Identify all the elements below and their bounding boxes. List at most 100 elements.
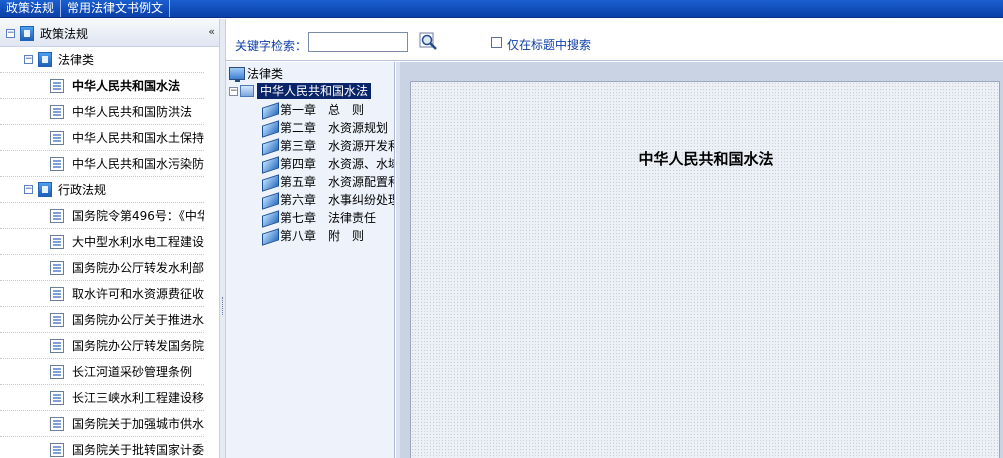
main-area: 关键字检索： 仅在标题中搜索 法律类 − 中华人民共和国水法 第一章 总 则 第… [226, 19, 1003, 458]
title-only-label: 仅在标题中搜索 [507, 38, 592, 52]
document-view: 中华人民共和国水法 [410, 81, 1000, 458]
sidebar-item[interactable]: 长江河道采砂管理条例 [0, 359, 204, 385]
search-button[interactable] [419, 32, 439, 52]
top-menu-bar: 政策法规 常用法律文书例文 [0, 0, 1003, 18]
sidebar-item[interactable]: 长江三峡水利工程建设移 [0, 385, 204, 411]
sidebar-item-label: 中华人民共和国水法 [72, 79, 181, 93]
sidebar-header: − 政策法规 « [0, 19, 219, 47]
document-icon [50, 390, 64, 405]
splitter-grip[interactable] [222, 297, 224, 315]
document-icon [50, 338, 64, 353]
sidebar-item[interactable]: 国务院办公厅转发国务院 [0, 333, 204, 359]
sidebar: − 政策法规 « − 法律类 中华人民共和国水法 中华人民共和国防洪法 中华人民… [0, 19, 219, 458]
sidebar-category-law[interactable]: − 法律类 [0, 47, 204, 73]
document-icon [50, 312, 64, 327]
collapse-icon[interactable]: − [24, 185, 33, 194]
collapse-icon[interactable]: − [24, 55, 33, 64]
chapter-book-icon [262, 103, 278, 116]
chapter-label: 第二章 水资源规划 [280, 120, 389, 135]
double-chevron-left-icon[interactable]: « [208, 25, 215, 38]
sidebar-item[interactable]: 国务院关于批转国家计委 [0, 437, 204, 458]
sidebar-item[interactable]: 国务院办公厅转发水利部 [0, 255, 204, 281]
tree-chapter[interactable]: 第八章 附 则 [262, 226, 364, 244]
chapter-book-icon [262, 175, 278, 188]
tree-chapter[interactable]: 第四章 水资源、水域 [262, 154, 394, 172]
sidebar-item[interactable]: 取水许可和水资源费征收 [0, 281, 204, 307]
document-icon [50, 78, 64, 93]
chapter-book-icon [262, 157, 278, 170]
sidebar-item-label: 国务院办公厅关于推进水 [72, 313, 204, 327]
collapse-icon[interactable]: − [229, 86, 238, 96]
chapter-label: 第三章 水资源开发利 [280, 138, 395, 153]
sidebar-item[interactable]: 国务院办公厅关于推进水 [0, 307, 204, 333]
sidebar-item-water-law[interactable]: 中华人民共和国水法 [0, 73, 204, 99]
sidebar-item-label: 长江河道采砂管理条例 [72, 365, 193, 379]
chapter-label: 第八章 附 则 [280, 228, 365, 243]
sidebar-item-pollution-law[interactable]: 中华人民共和国水污染防 [0, 151, 204, 177]
chapter-book-icon [262, 121, 278, 134]
tree-root[interactable]: 法律类 [229, 64, 283, 82]
chapter-label: 第六章 水事纠纷处理 [280, 192, 395, 207]
sidebar-item-label: 国务院办公厅转发水利部 [72, 261, 204, 275]
tree-selected-node[interactable]: − 中华人民共和国水法 [229, 82, 372, 100]
chapter-tree: 法律类 − 中华人民共和国水法 第一章 总 则 第二章 水资源规划 第三章 水资… [226, 62, 395, 458]
tree-chapter[interactable]: 第三章 水资源开发利 [262, 136, 395, 154]
sidebar-item-label: 国务院关于加强城市供水 [72, 417, 204, 431]
magnifier-icon [419, 32, 437, 50]
folder-open-icon [240, 85, 254, 97]
sidebar-item-label: 中华人民共和国水土保持 [72, 131, 204, 145]
tree-chapter[interactable]: 第一章 总 则 [262, 100, 364, 118]
top-tab-policy[interactable]: 政策法规 [0, 0, 62, 17]
sidebar-item-label: 国务院办公厅转发国务院 [72, 339, 204, 353]
document-icon [50, 442, 64, 457]
keyword-input[interactable] [308, 32, 408, 52]
search-bar: 关键字检索： 仅在标题中搜索 [226, 19, 1003, 61]
tree-chapter[interactable]: 第七章 法律责任 [262, 208, 376, 226]
content-panel: 中华人民共和国水法 [396, 62, 1003, 458]
chapter-book-icon [262, 193, 278, 206]
chapter-book-icon [262, 229, 278, 242]
document-icon [50, 260, 64, 275]
collapse-icon[interactable]: − [6, 28, 15, 38]
chapter-label: 第五章 水资源配置和 [280, 174, 395, 189]
sidebar-item-label: 长江三峡水利工程建设移 [72, 391, 204, 405]
document-icon [50, 104, 64, 119]
sidebar-item-label: 大中型水利水电工程建设 [72, 235, 204, 249]
sidebar-item[interactable]: 大中型水利水电工程建设 [0, 229, 204, 255]
sidebar-root-policy[interactable]: − 政策法规 [0, 22, 190, 44]
tree-chapter[interactable]: 第二章 水资源规划 [262, 118, 388, 136]
sidebar-item[interactable]: 国务院关于加强城市供水 [0, 411, 204, 437]
title-only-checkbox[interactable] [491, 37, 502, 48]
sidebar-category-label: 法律类 [58, 53, 95, 67]
document-icon [50, 208, 64, 223]
tree-chapter[interactable]: 第五章 水资源配置和 [262, 172, 395, 190]
document-title: 中华人民共和国水法 [638, 150, 774, 168]
sidebar-item-label: 国务院关于批转国家计委 [72, 443, 204, 457]
top-tab-legal-documents[interactable]: 常用法律文书例文 [61, 0, 171, 17]
panel-splitter[interactable] [219, 19, 226, 458]
tree-root-label: 法律类 [247, 66, 284, 81]
tree-chapter[interactable]: 第六章 水事纠纷处理 [262, 190, 395, 208]
chapter-book-icon [262, 139, 278, 152]
keyword-label: 关键字检索： [235, 39, 308, 53]
document-icon [50, 234, 64, 249]
document-icon [50, 286, 64, 301]
book-icon [38, 182, 52, 197]
sidebar-item-label: 取水许可和水资源费征收 [72, 287, 204, 301]
sidebar-item[interactable]: 国务院令第496号：《中华 [0, 203, 204, 229]
document-icon [50, 364, 64, 379]
chapter-label: 第七章 法律责任 [280, 210, 377, 225]
tree-selected-label: 中华人民共和国水法 [257, 83, 372, 99]
book-icon [20, 25, 34, 41]
sidebar-category-label: 行政法规 [58, 183, 107, 197]
computer-icon [229, 66, 245, 82]
sidebar-item-label: 中华人民共和国水污染防 [72, 157, 204, 171]
sidebar-root-label: 政策法规 [40, 26, 89, 41]
chapter-label: 第一章 总 则 [280, 102, 365, 117]
document-icon [50, 130, 64, 145]
sidebar-item-flood-law[interactable]: 中华人民共和国防洪法 [0, 99, 204, 125]
document-icon [50, 416, 64, 431]
document-icon [50, 156, 64, 171]
sidebar-category-admin[interactable]: − 行政法规 [0, 177, 204, 203]
sidebar-item-soil-law[interactable]: 中华人民共和国水土保持 [0, 125, 204, 151]
